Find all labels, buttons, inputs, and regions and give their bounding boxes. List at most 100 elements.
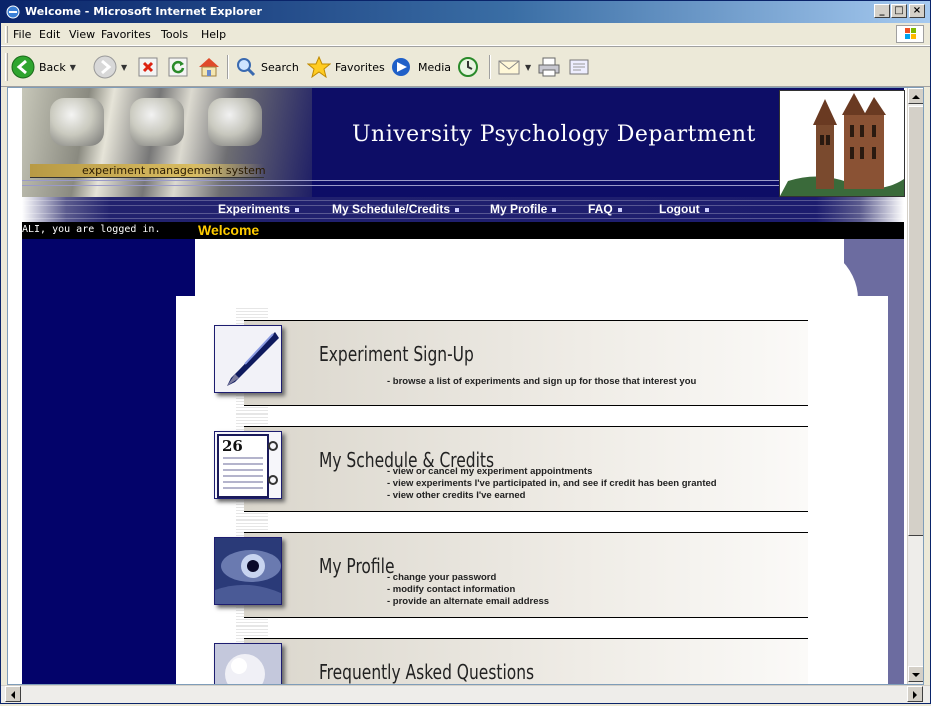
- menu-help[interactable]: Help: [201, 28, 226, 41]
- nav-bullet-icon: [455, 207, 460, 212]
- toolbar-separator-2: [489, 55, 491, 79]
- site-banner: experiment management system University …: [22, 88, 905, 197]
- page-viewport: experiment management system University …: [7, 87, 924, 685]
- pen-icon[interactable]: [214, 325, 282, 393]
- left-column: [22, 239, 195, 684]
- system-subtitle: experiment management system: [30, 164, 266, 178]
- site-title: University Psychology Department: [352, 122, 756, 147]
- history-button[interactable]: [457, 53, 479, 81]
- section-description: - change your password: [387, 572, 497, 583]
- menu-view[interactable]: View: [69, 28, 95, 41]
- section-description: - modify contact information: [387, 584, 516, 595]
- back-button[interactable]: Back ▼: [11, 53, 76, 81]
- eye-icon[interactable]: [214, 537, 282, 605]
- scroll-up-button[interactable]: [908, 88, 923, 104]
- main-content: Experiment Sign-Up - browse a list of ex…: [176, 296, 888, 684]
- toolbar-grip: [5, 53, 8, 81]
- column-capital: [130, 98, 184, 146]
- section-description: - view experiments I've participated in,…: [387, 478, 717, 489]
- forward-dropdown-icon[interactable]: ▼: [121, 63, 127, 72]
- maximize-button[interactable]: □: [891, 4, 907, 18]
- windows-logo-icon: [896, 25, 924, 43]
- nav-experiments[interactable]: Experiments: [218, 202, 300, 216]
- menu-grip: [5, 26, 8, 43]
- section-description: - browse a list of experiments and sign …: [387, 376, 697, 387]
- nav-logout[interactable]: Logout: [659, 202, 709, 216]
- section-my-schedule-credits[interactable]: 26 My Schedule & Credits - view or cance…: [214, 414, 808, 520]
- forward-button[interactable]: ▼: [93, 53, 127, 81]
- media-button[interactable]: Media: [390, 53, 451, 81]
- ie-icon: [6, 5, 20, 19]
- nav-stripe: [22, 218, 904, 219]
- page-title: Welcome: [198, 222, 260, 238]
- refresh-icon: [168, 57, 188, 77]
- section-description: - view or cancel my experiment appointme…: [387, 466, 593, 477]
- search-button[interactable]: Search: [235, 53, 299, 81]
- window-title: Welcome - Microsoft Internet Explorer: [25, 5, 262, 18]
- back-label: Back: [39, 60, 66, 74]
- home-button[interactable]: [197, 53, 221, 81]
- nav-stripe: [22, 200, 904, 201]
- search-label: Search: [261, 60, 299, 74]
- close-button[interactable]: ×: [909, 4, 925, 18]
- section-title[interactable]: My Profile: [319, 554, 394, 578]
- toolbar-separator: [227, 55, 229, 79]
- calendar-icon[interactable]: 26: [214, 431, 282, 499]
- back-dropdown-icon[interactable]: ▼: [70, 63, 76, 72]
- home-icon: [199, 58, 219, 77]
- nav-stripe: [22, 213, 904, 214]
- horizontal-scrollbar[interactable]: [1, 685, 930, 703]
- favorites-label: Favorites: [335, 60, 385, 74]
- favorites-star-icon: [307, 56, 331, 78]
- stop-button[interactable]: [137, 53, 159, 81]
- nav-bullet-icon: [617, 207, 622, 212]
- print-button[interactable]: [537, 53, 561, 81]
- nav-bullet-icon: [552, 207, 557, 212]
- menu-favorites[interactable]: Favorites: [101, 28, 151, 41]
- lightbulb-icon[interactable]: [214, 643, 282, 684]
- edit-button[interactable]: [567, 53, 591, 81]
- refresh-button[interactable]: [167, 53, 189, 81]
- column-capital: [208, 98, 262, 146]
- title-bar: Welcome - Microsoft Internet Explorer _ …: [1, 1, 930, 23]
- section-title[interactable]: Experiment Sign-Up: [319, 342, 474, 366]
- building-image: [779, 90, 905, 197]
- minimize-button[interactable]: _: [874, 4, 890, 18]
- nav-my-profile[interactable]: My Profile: [490, 202, 557, 216]
- section-description: - view other credits I've earned: [387, 490, 526, 501]
- login-status: ALI, you are logged in.: [22, 224, 161, 235]
- status-bar: ALI, you are logged in. Welcome: [22, 222, 904, 239]
- mail-dropdown-icon[interactable]: ▼: [525, 63, 531, 72]
- forward-arrow-icon: [93, 55, 117, 79]
- scroll-down-button[interactable]: [908, 666, 923, 682]
- history-icon: [458, 57, 478, 77]
- section-title[interactable]: Frequently Asked Questions: [319, 660, 534, 684]
- edit-page-icon: [569, 59, 589, 75]
- section-experiment-signup[interactable]: Experiment Sign-Up - browse a list of ex…: [214, 308, 808, 414]
- mail-button[interactable]: ▼: [497, 53, 531, 81]
- scroll-left-button[interactable]: [5, 686, 21, 702]
- banner-rule: [22, 185, 782, 186]
- web-page: experiment management system University …: [8, 88, 908, 684]
- toolbar: Back ▼ ▼ Search Favorites Media ▼: [1, 47, 930, 87]
- search-icon: [237, 58, 256, 77]
- vertical-scrollbar[interactable]: [907, 88, 923, 684]
- menu-edit[interactable]: Edit: [39, 28, 60, 41]
- scroll-right-button[interactable]: [907, 686, 923, 702]
- nav-my-schedule-credits[interactable]: My Schedule/Credits: [332, 202, 460, 216]
- column-capital: [50, 98, 104, 146]
- nav-bar: Experiments My Schedule/Credits My Profi…: [22, 197, 904, 222]
- favorites-button[interactable]: Favorites: [307, 53, 385, 81]
- menu-tools[interactable]: Tools: [161, 28, 188, 41]
- section-faq[interactable]: Frequently Asked Questions: [214, 626, 808, 684]
- printer-icon: [538, 57, 560, 77]
- nav-stripe: [22, 205, 904, 206]
- mail-icon: [498, 60, 520, 75]
- stop-icon: [138, 57, 158, 77]
- nav-faq[interactable]: FAQ: [588, 202, 622, 216]
- menu-file[interactable]: File: [13, 28, 31, 41]
- scroll-thumb[interactable]: [908, 106, 923, 536]
- section-my-profile[interactable]: My Profile - change your password - modi…: [214, 520, 808, 626]
- section-description: - provide an alternate email address: [387, 596, 550, 607]
- media-label: Media: [418, 60, 452, 74]
